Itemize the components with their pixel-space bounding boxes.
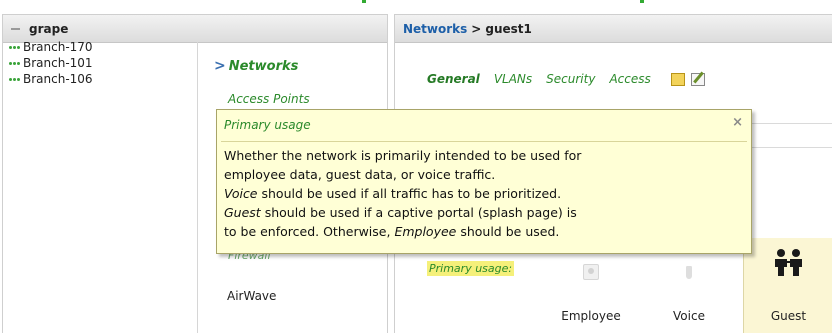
tab-vlans[interactable]: VLANs	[494, 72, 532, 86]
branch-item[interactable]: Branch-101	[9, 55, 93, 71]
close-icon[interactable]: ×	[732, 115, 743, 130]
tooltip-em: Guest	[224, 205, 261, 220]
tooltip-line: Whether the network is primarily intende…	[224, 148, 582, 163]
tab-general[interactable]: General	[427, 72, 480, 86]
chevron-right-icon: >	[214, 58, 226, 74]
guest-people-icon	[774, 249, 802, 276]
nav-menu: > Networks	[214, 58, 298, 74]
tooltip-text: should be used if all traffic has to be …	[257, 186, 562, 201]
branch-list: Branch-170 Branch-101 Branch-106	[9, 39, 93, 87]
branch-item[interactable]: Branch-106	[9, 71, 93, 87]
tooltip-line: Guest should be used if a captive portal…	[224, 203, 746, 222]
primary-usage-tooltip: Primary usage × Whether the network is p…	[216, 109, 752, 254]
nav-item-label: Networks	[228, 58, 299, 74]
status-dots-icon	[9, 61, 20, 65]
group-name: grape	[29, 21, 69, 36]
usage-option-label: Voice	[673, 309, 705, 323]
collapse-minus-icon[interactable]	[11, 27, 20, 30]
tooltip-line: employee data, guest data, or voice traf…	[224, 167, 496, 182]
branch-item[interactable]: Branch-170	[9, 39, 93, 55]
branch-label: Branch-170	[23, 40, 93, 54]
branch-label: Branch-106	[23, 72, 93, 86]
top-marker	[362, 0, 366, 3]
nav-item-airwave[interactable]: AirWave	[227, 289, 276, 303]
breadcrumb-networks-link[interactable]: Networks	[403, 22, 467, 36]
top-marker	[640, 0, 644, 3]
usage-option-label: Guest	[770, 309, 807, 323]
tab-security[interactable]: Security	[546, 72, 595, 86]
tooltip-body: Whether the network is primarily intende…	[224, 146, 746, 241]
panel-divider	[197, 42, 198, 333]
tab-access[interactable]: Access	[609, 72, 650, 86]
nav-item-access-points[interactable]: Access Points	[228, 92, 310, 106]
tooltip-title: Primary usage	[224, 118, 311, 132]
tooltip-divider	[221, 141, 747, 142]
network-tabs: General VLANs Security Access	[427, 72, 705, 86]
tooltip-line: to be enforced. Otherwise, Employee shou…	[224, 222, 746, 241]
phone-icon	[686, 266, 692, 279]
status-dots-icon	[9, 77, 20, 81]
breadcrumb-separator: >	[471, 21, 482, 36]
status-dots-icon	[9, 45, 20, 49]
branch-label: Branch-101	[23, 56, 93, 70]
person-icon	[583, 264, 599, 280]
breadcrumb: Networks > guest1	[395, 15, 832, 43]
nav-item-networks[interactable]: > Networks	[214, 58, 298, 74]
note-icon[interactable]	[670, 72, 685, 86]
edit-icon[interactable]	[690, 72, 705, 86]
usage-option-label: Employee	[561, 309, 621, 323]
nav-item-firewall[interactable]: Firewall	[228, 253, 271, 260]
tooltip-text: to be enforced. Otherwise,	[224, 224, 395, 239]
tooltip-line: Voice should be used if all traffic has …	[224, 184, 746, 203]
tooltip-text: should be used if a captive portal (spla…	[260, 205, 577, 220]
tooltip-em: Voice	[224, 186, 258, 201]
primary-usage-label: Primary usage:	[427, 261, 515, 276]
top-strip	[0, 0, 832, 12]
breadcrumb-current: guest1	[485, 21, 532, 36]
tooltip-text: should be used.	[456, 224, 560, 239]
usage-option-guest[interactable]: Guest	[743, 238, 832, 333]
tooltip-em: Employee	[394, 224, 457, 239]
